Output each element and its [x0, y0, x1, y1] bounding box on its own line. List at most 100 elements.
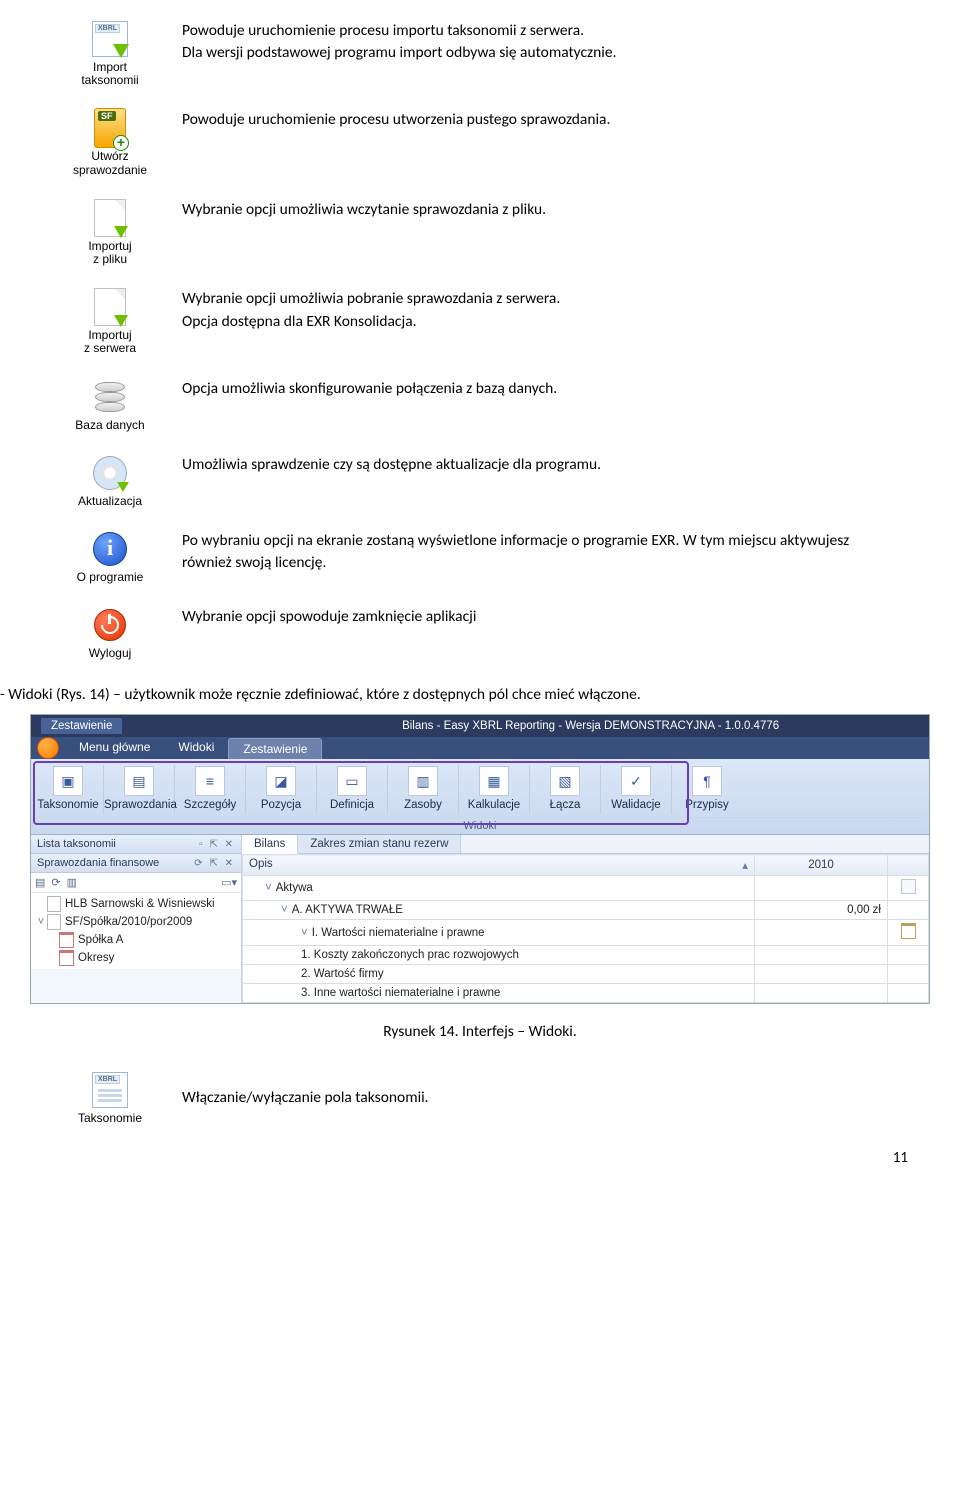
- doc-tab-bilans[interactable]: Bilans: [242, 835, 298, 854]
- menu-tab-widoki[interactable]: Widoki: [164, 737, 228, 759]
- entity-icon: [59, 932, 74, 948]
- ribbon-btn-szczegoly[interactable]: ≡Szczegóły: [175, 765, 246, 814]
- grid-header-2010[interactable]: 2010: [755, 855, 888, 876]
- ribbon-label: Taksonomie: [37, 799, 98, 811]
- menubar: Menu główne Widoki Zestawienie: [31, 737, 929, 759]
- ribbon-btn-kalkulacje[interactable]: ▦ Kalkulacje: [459, 765, 530, 814]
- panel-pin-icons[interactable]: ▫ ⇱ ✕: [199, 839, 235, 850]
- ribbon-label: Zasoby: [404, 799, 442, 811]
- app-orb-button[interactable]: [31, 737, 65, 759]
- tree-row[interactable]: Okresy: [31, 949, 241, 967]
- tree-label: Okresy: [78, 952, 114, 964]
- panel-body-sprawozdania: ▤ ⟳ ▥ ▭▾ HLB Sarnowski & Wisniewski ˅SF/…: [31, 873, 241, 969]
- grid-cell-opis: ˅I. Wartości niematerialne i prawne: [243, 920, 755, 946]
- icon-label: Importujz serwera: [60, 329, 160, 355]
- calc-icon: ▦: [479, 766, 509, 796]
- desc-o-programie: Po wybraniu opcji na ekranie zostaną wyś…: [160, 530, 890, 575]
- grid-cell-extra: [888, 901, 929, 920]
- panel-header-sprawozdania: Sprawozdania finansowe ⟳ ⇱ ✕: [31, 854, 241, 873]
- menu-tab-zestawienie[interactable]: Zestawienie: [228, 738, 322, 759]
- panel-toolbar: ▤ ⟳ ▥ ▭▾: [31, 873, 241, 893]
- grid-cell-year: [755, 984, 888, 1003]
- row-import-taksonomii: Importtaksonomii Powoduje uruchomienie p…: [60, 20, 890, 87]
- toolbar-icon[interactable]: ▤: [35, 876, 45, 889]
- desc-importuj-z-serwera: Wybranie opcji umożliwia pobranie sprawo…: [160, 288, 890, 333]
- grid-header-row: Opis ▴ 2010: [243, 855, 929, 876]
- tree-row[interactable]: Spółka A: [31, 931, 241, 949]
- orb-icon: [37, 737, 59, 759]
- ribbon-btn-taksonomie[interactable]: ▣Taksonomie: [33, 765, 104, 814]
- ribbon-btn-przypisy[interactable]: ¶Przypisy: [672, 765, 742, 814]
- doc-tab-zakres[interactable]: Zakres zmian stanu rezerw: [298, 835, 461, 853]
- info-icon: i: [93, 532, 127, 566]
- icon-label: Importujz pliku: [60, 240, 160, 266]
- icon-btn-wyloguj[interactable]: Wyloguj: [60, 606, 160, 660]
- ribbon-label: Kalkulacje: [468, 799, 520, 811]
- icon-label: Wyloguj: [60, 647, 160, 660]
- grid-row[interactable]: 3. Inne wartości niematerialne i prawne: [243, 984, 929, 1003]
- row-wyloguj: Wyloguj Wybranie opcji spowoduje zamknię…: [60, 606, 890, 660]
- figure-caption: Rysunek 14. Interfejs – Widoki.: [0, 1022, 960, 1041]
- tree-row[interactable]: ˅SF/Spółka/2010/por2009: [31, 913, 241, 931]
- icon-btn-aktualizacja[interactable]: Aktualizacja: [60, 454, 160, 508]
- ribbon-btn-sprawozdania[interactable]: ▤Sprawozdania: [104, 765, 175, 814]
- grid-row[interactable]: ˅A. AKTYWA TRWAŁE0,00 zł: [243, 901, 929, 920]
- row-o-programie: i O programie Po wybraniu opcji na ekran…: [60, 530, 890, 584]
- grid-cell-opis: ˅A. AKTYWA TRWAŁE: [243, 901, 755, 920]
- icon-description-list: Importtaksonomii Powoduje uruchomienie p…: [60, 20, 890, 660]
- grid-row[interactable]: ˅Aktywa: [243, 876, 929, 901]
- tree-row[interactable]: HLB Sarnowski & Wisniewski: [31, 895, 241, 913]
- tree: HLB Sarnowski & Wisniewski ˅SF/Spółka/20…: [31, 893, 241, 969]
- toolbar-icon[interactable]: ⟳: [51, 876, 60, 889]
- ribbon-btn-lacza[interactable]: ▧Łącza: [530, 765, 601, 814]
- ribbon-btn-definicja[interactable]: ▭Definicja: [317, 765, 388, 814]
- desc-import-taksonomii: Powoduje uruchomienie procesu importu ta…: [160, 20, 890, 65]
- xbrl-download-icon: [92, 21, 128, 57]
- note-icon: [901, 879, 916, 894]
- icon-btn-baza-danych[interactable]: Baza danych: [60, 378, 160, 432]
- grid-cell-year: 0,00 zł: [755, 901, 888, 920]
- ribbon-label: Pozycja: [261, 799, 301, 811]
- grid-cell-opis: 2. Wartość firmy: [243, 965, 755, 984]
- grid-row[interactable]: 2. Wartość firmy: [243, 965, 929, 984]
- page-number: 11: [0, 1149, 908, 1167]
- ribbon-btn-walidacje[interactable]: ✓Walidacje: [601, 765, 672, 814]
- ribbon-btn-zasoby[interactable]: ▥ Zasoby: [388, 765, 459, 814]
- grid-row[interactable]: ˅I. Wartości niematerialne i prawne: [243, 920, 929, 946]
- power-icon: [94, 609, 126, 641]
- icon-btn-import-taksonomii[interactable]: Importtaksonomii: [60, 20, 160, 87]
- footnote-icon: ¶: [692, 766, 722, 796]
- grid-cell-year: [755, 876, 888, 901]
- data-grid: Opis ▴ 2010 ˅Aktywa˅A. AKTYWA TRWAŁE0,00…: [242, 854, 929, 1003]
- panel-title: Sprawozdania finansowe: [37, 857, 159, 869]
- links-icon: ▧: [550, 766, 580, 796]
- window-titlebar: Zestawienie Bilans - Easy XBRL Reporting…: [31, 715, 929, 737]
- toolbar-icon[interactable]: ▭▾: [221, 876, 237, 889]
- row-aktualizacja: Aktualizacja Umożliwia sprawdzenie czy s…: [60, 454, 890, 508]
- icon-btn-o-programie[interactable]: i O programie: [60, 530, 160, 584]
- icon-btn-utworz-sprawozdanie[interactable]: Utwórzsprawozdanie: [60, 109, 160, 176]
- grid-row[interactable]: 1. Koszty zakończonych prac rozwojowych: [243, 946, 929, 965]
- period-icon: [59, 950, 74, 966]
- create-report-icon: [94, 108, 126, 148]
- panel-header-taksonomii: Lista taksonomii ▫ ⇱ ✕: [31, 835, 241, 854]
- icon-btn-taksonomie-toggle[interactable]: Taksonomie: [60, 1071, 160, 1125]
- icon-btn-importuj-z-pliku[interactable]: Importujz pliku: [60, 199, 160, 266]
- menu-tab-main[interactable]: Menu główne: [65, 737, 164, 759]
- ribbon-btn-pozycja[interactable]: ◪ Pozycja: [246, 765, 317, 814]
- ribbon-label: Walidacje: [611, 799, 660, 811]
- grid-cell-opis: 3. Inne wartości niematerialne i prawne: [243, 984, 755, 1003]
- position-icon: ◪: [266, 766, 296, 796]
- toolbar-icon[interactable]: ▥: [67, 876, 77, 889]
- icon-btn-importuj-z-serwera[interactable]: Importujz serwera: [60, 288, 160, 355]
- tree-label: Spółka A: [78, 934, 123, 946]
- titlebar-active-tab: Zestawienie: [41, 718, 122, 734]
- desc-utworz-sprawozdanie: Powoduje uruchomienie procesu utworzenia…: [160, 109, 890, 131]
- row-importuj-z-pliku: Importujz pliku Wybranie opcji umożliwia…: [60, 199, 890, 266]
- resources-icon: ▥: [408, 766, 438, 796]
- grid-cell-opis: ˅Aktywa: [243, 876, 755, 901]
- panel-pin-icons[interactable]: ⟳ ⇱ ✕: [194, 858, 235, 869]
- grid-header-opis[interactable]: Opis ▴: [243, 855, 755, 876]
- icon-label: Baza danych: [60, 419, 160, 432]
- ribbon-label: Definicja: [330, 799, 374, 811]
